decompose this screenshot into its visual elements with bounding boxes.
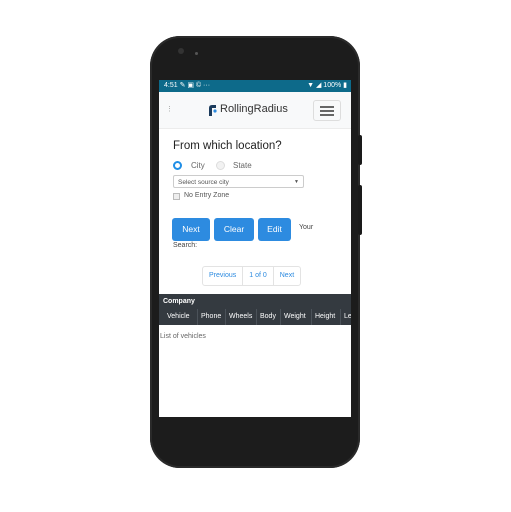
status-right: ▼ ◢ 100% ▮: [307, 82, 347, 89]
speaker-grill: [178, 48, 184, 54]
no-entry-zone-label: No Entry Zone: [184, 192, 230, 199]
list-of-vehicles-label: List of vehicles: [160, 333, 206, 340]
screen: 4:51 ✎ ▣ © ··· ▼ ◢ 100% ▮ ⋮ RollingRadiu…: [159, 80, 351, 417]
pagination-next[interactable]: Next: [274, 267, 300, 285]
chevron-down-icon: ▼: [294, 179, 299, 185]
table-header: Company Vehicle Phone Wheels Body Weight…: [159, 294, 351, 325]
notification-icons: ✎ ▣ © ···: [179, 82, 211, 89]
source-city-select[interactable]: Select source city ▼: [173, 175, 304, 188]
radio-state[interactable]: [216, 161, 225, 170]
table-group-header: Company: [163, 298, 195, 305]
status-left: 4:51 ✎ ▣ © ···: [164, 80, 210, 92]
radio-city-label: City: [191, 161, 205, 170]
no-entry-zone-checkbox[interactable]: [173, 193, 180, 200]
hamburger-icon: [320, 106, 334, 108]
column-wheels[interactable]: Wheels: [225, 309, 252, 325]
hamburger-icon-line: [320, 114, 334, 116]
clear-button[interactable]: Clear: [214, 218, 254, 241]
radio-city[interactable]: [173, 161, 182, 170]
column-phone[interactable]: Phone: [197, 309, 221, 325]
pagination: Previous 1 of 0 Next: [202, 266, 302, 286]
select-value: Select source city: [178, 179, 229, 186]
front-camera: [195, 52, 198, 55]
rollingradius-logo-icon: [209, 105, 217, 116]
edit-button[interactable]: Edit: [258, 218, 291, 241]
page-title: From which location?: [173, 140, 282, 152]
column-body[interactable]: Body: [256, 309, 276, 325]
status-time: 4:51: [164, 82, 178, 89]
pagination-page-info: 1 of 0: [243, 267, 274, 285]
volume-button: [358, 185, 362, 235]
column-vehicle[interactable]: Vehicle: [163, 309, 190, 325]
hamburger-menu-button[interactable]: [313, 100, 341, 121]
pagination-previous[interactable]: Previous: [203, 267, 244, 285]
search-label: Search:: [173, 242, 198, 249]
hamburger-icon-line: [320, 110, 334, 112]
navbar: ⋮ RollingRadius: [159, 92, 351, 129]
radio-state-label: State: [233, 161, 252, 170]
column-weight[interactable]: Weight: [280, 309, 306, 325]
status-bar: 4:51 ✎ ▣ © ··· ▼ ◢ 100% ▮: [159, 80, 351, 92]
brand-name[interactable]: RollingRadius: [220, 103, 288, 115]
column-length[interactable]: Le: [340, 309, 351, 325]
power-button: [358, 135, 362, 165]
next-button[interactable]: Next: [172, 218, 210, 241]
your-search-label: Your: [299, 224, 314, 231]
column-height[interactable]: Height: [311, 309, 335, 325]
more-dots-icon[interactable]: ⋮: [166, 105, 173, 113]
search-form: From which location? City State Select s…: [159, 129, 351, 294]
